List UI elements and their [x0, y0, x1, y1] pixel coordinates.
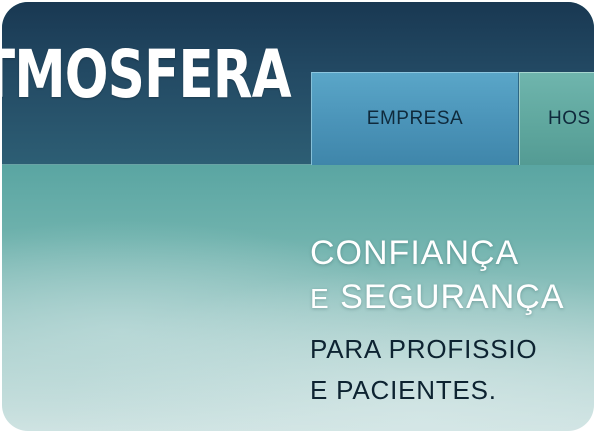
hero-line-1: CONFIANÇA: [310, 234, 520, 272]
site-logo[interactable]: TMOSFERA: [2, 42, 292, 108]
nav-tab-hos[interactable]: HOS: [519, 72, 594, 165]
page-frame: TMOSFERA EMPRESA HOS CONFIANÇA E SEGURAN…: [2, 2, 594, 431]
hero-line-2-prefix: E: [310, 283, 330, 314]
hero-line-4: E PACIENTES.: [310, 375, 497, 405]
hero-headline: CONFIANÇA E SEGURANÇA: [310, 234, 565, 318]
hero-line-3: PARA PROFISSIO: [310, 334, 538, 364]
hero-line-2-rest: SEGURANÇA: [340, 278, 565, 316]
site-header: TMOSFERA EMPRESA HOS: [2, 2, 594, 165]
hero-line-2: E SEGURANÇA: [310, 278, 565, 318]
nav-tab-empresa[interactable]: EMPRESA: [311, 72, 519, 165]
